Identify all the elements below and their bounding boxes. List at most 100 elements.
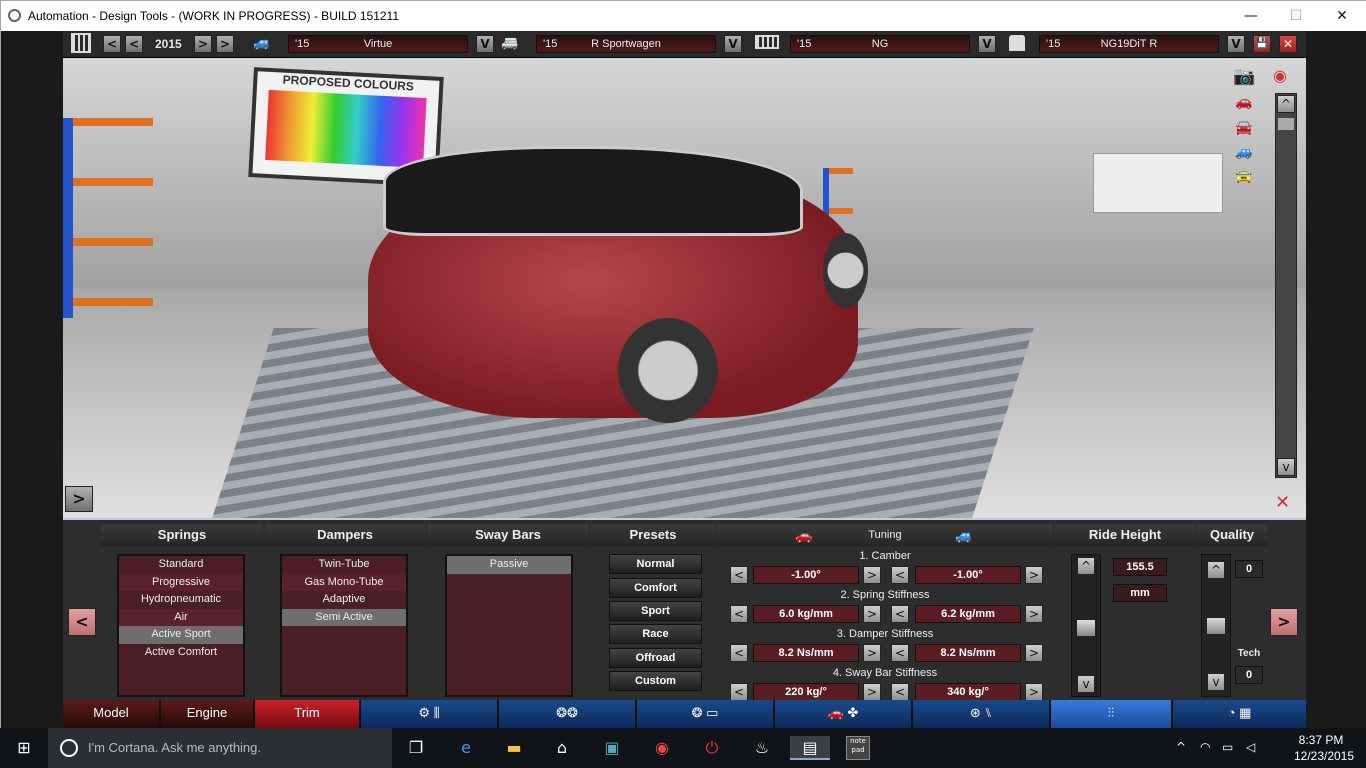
spring-rear-decrease[interactable]: <	[891, 605, 909, 623]
damper-rear-decrease[interactable]: <	[891, 644, 909, 662]
engine-dropdown-button[interactable]: V	[1227, 35, 1245, 53]
view-rear-icon[interactable]: 🚙	[1235, 144, 1252, 160]
ride-height-down-button[interactable]: v	[1077, 675, 1095, 693]
tray-chevron-icon[interactable]: ^	[1176, 740, 1186, 754]
sway-front-increase[interactable]: >	[863, 683, 881, 701]
spring-front-decrease[interactable]: <	[730, 605, 748, 623]
model-dropdown-button[interactable]: V	[476, 35, 494, 53]
nav-test-tab[interactable]: ◔ ▦	[1173, 700, 1306, 728]
view-top-icon[interactable]: 🚖	[1235, 168, 1252, 184]
sway-front-decrease[interactable]: <	[730, 683, 748, 701]
damper-option-adaptive[interactable]: Adaptive	[282, 591, 406, 609]
year-next-button[interactable]: >	[194, 35, 212, 53]
power-app-icon[interactable]: ⏻	[700, 736, 724, 760]
clock-date[interactable]: 12/23/2015	[1292, 749, 1356, 763]
preset-normal-button[interactable]: Normal	[609, 554, 702, 574]
quality-slider[interactable]: ^ v	[1201, 554, 1231, 697]
clock-time[interactable]: 8:37 PM	[1298, 733, 1344, 747]
steam-icon[interactable]: ♨	[750, 736, 774, 760]
spring-option-standard[interactable]: Standard	[119, 556, 243, 574]
year-prev-button[interactable]: <	[125, 35, 143, 53]
ride-height-up-button[interactable]: ^	[1077, 557, 1095, 575]
preset-sport-button[interactable]: Sport	[609, 601, 702, 621]
spring-option-active-comfort[interactable]: Active Comfort	[119, 644, 243, 662]
cortana-search-box[interactable]: I'm Cortana. Ask me anything.	[48, 728, 392, 768]
engine-family-dropdown-button[interactable]: V	[978, 35, 996, 53]
damper-front-decrease[interactable]: <	[730, 644, 748, 662]
nav-engine-tab[interactable]: Engine	[161, 700, 253, 728]
spring-front-increase[interactable]: >	[863, 605, 881, 623]
view-scroll-up-button[interactable]: ^	[1277, 95, 1295, 113]
ride-height-thumb[interactable]	[1076, 619, 1096, 637]
engine-family-select[interactable]: '15 NG	[790, 35, 970, 53]
nav-chassis-tab[interactable]: ⚙ ⫼	[361, 700, 497, 728]
nav-interior-tab[interactable]: ⊛ ⑊	[913, 700, 1049, 728]
toggle-panel-button[interactable]: >	[65, 486, 93, 512]
engine-select[interactable]: '15 NG19DiT R	[1039, 35, 1219, 53]
camber-rear-decrease[interactable]: <	[891, 566, 909, 584]
view-scroll-thumb[interactable]	[1278, 118, 1294, 130]
trim-dropdown-button[interactable]: V	[724, 35, 742, 53]
preset-offroad-button[interactable]: Offroad	[609, 648, 702, 668]
volume-icon[interactable]: ◁	[1246, 740, 1255, 754]
spring-option-hydropneumatic[interactable]: Hydropneumatic	[119, 591, 243, 609]
camber-front-increase[interactable]: >	[863, 566, 881, 584]
nav-wheels-tab[interactable]: ❂❂	[499, 700, 635, 728]
quality-thumb[interactable]	[1206, 617, 1226, 635]
nav-aero-tab[interactable]: 🚗 ✤	[775, 700, 911, 728]
disable-icon[interactable]: ✕	[1275, 492, 1290, 513]
damper-option-semi-active[interactable]: Semi Active	[282, 608, 406, 626]
ride-height-slider[interactable]: ^ v	[1071, 554, 1101, 697]
sway-rear-increase[interactable]: >	[1025, 683, 1043, 701]
view-side-icon[interactable]: 🚘	[1235, 120, 1252, 136]
spring-option-active-sport[interactable]: Active Sport	[119, 626, 243, 644]
eye-icon[interactable]: ◉	[1273, 66, 1287, 85]
view-scrollbar[interactable]: ^ v	[1275, 93, 1297, 478]
battery-icon[interactable]: ▭	[1222, 740, 1233, 754]
save-button[interactable]: 💾	[1253, 35, 1271, 53]
camera-icon[interactable]: 📷	[1233, 66, 1255, 87]
minimize-button[interactable]: —	[1228, 1, 1274, 31]
notepad-icon[interactable]: note pad	[846, 736, 870, 760]
camber-front-decrease[interactable]: <	[730, 566, 748, 584]
sway-option-passive[interactable]: Passive	[447, 556, 571, 574]
preset-comfort-button[interactable]: Comfort	[609, 578, 702, 598]
damper-front-increase[interactable]: >	[863, 644, 881, 662]
garage-3d-viewport[interactable]: PROPOSED COLOURS 📷 ◉ ^ v 🚗 🚘 🚙 🚖 > ✕	[63, 58, 1306, 518]
store-icon[interactable]: ⌂	[550, 736, 574, 760]
quality-up-button[interactable]: ^	[1207, 561, 1225, 579]
close-design-button[interactable]: ✕	[1279, 35, 1297, 53]
maximize-button[interactable]: ☐	[1273, 1, 1319, 31]
windows-start-icon[interactable]: ⊞	[12, 736, 36, 760]
camber-rear-increase[interactable]: >	[1025, 566, 1043, 584]
preset-race-button[interactable]: Race	[609, 624, 702, 644]
damper-option-gas-mono-tube[interactable]: Gas Mono-Tube	[282, 573, 406, 591]
nav-model-tab[interactable]: Model	[63, 700, 159, 728]
wifi-icon[interactable]: ◠	[1200, 740, 1210, 754]
spring-rear-increase[interactable]: >	[1025, 605, 1043, 623]
close-window-button[interactable]: ✕	[1319, 1, 1365, 31]
chrome-icon[interactable]: ◉	[650, 736, 674, 760]
edge-browser-icon[interactable]: e	[454, 736, 478, 760]
quality-down-button[interactable]: v	[1207, 673, 1225, 691]
automation-taskbar-icon[interactable]: ▤	[790, 736, 830, 760]
prev-page-button[interactable]: <	[68, 608, 96, 636]
control-panel-icon[interactable]: ▣	[600, 736, 624, 760]
year-next-next-button[interactable]: >	[216, 35, 234, 53]
file-explorer-icon[interactable]: ▬	[502, 736, 526, 760]
sway-rear-decrease[interactable]: <	[891, 683, 909, 701]
view-front-icon[interactable]: 🚗	[1235, 94, 1252, 110]
model-select[interactable]: '15 Virtue	[288, 35, 468, 53]
nav-body-tab[interactable]: ❂ ▭	[637, 700, 773, 728]
next-page-button[interactable]: >	[1270, 608, 1298, 636]
nav-trim-tab[interactable]: Trim	[255, 700, 359, 728]
damper-option-twin-tube[interactable]: Twin-Tube	[282, 556, 406, 574]
task-view-icon[interactable]: ❐	[404, 736, 428, 760]
spring-option-air[interactable]: Air	[119, 608, 243, 626]
nav-suspension-tab[interactable]: ⫶⫶	[1051, 700, 1171, 728]
view-scroll-down-button[interactable]: v	[1277, 458, 1295, 476]
spring-option-progressive[interactable]: Progressive	[119, 573, 243, 591]
year-prev-prev-button[interactable]: <	[103, 35, 121, 53]
damper-rear-increase[interactable]: >	[1025, 644, 1043, 662]
trim-select[interactable]: '15 R Sportwagen	[536, 35, 716, 53]
